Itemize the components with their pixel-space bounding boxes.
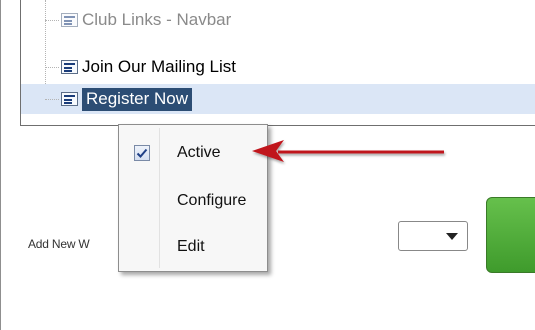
tree-item-club-links-navbar[interactable]: Club Links - Navbar <box>45 8 232 32</box>
tree-item-label: Club Links - Navbar <box>82 10 232 29</box>
window-left-border <box>0 0 1 330</box>
menu-item-label: Active <box>177 144 221 161</box>
tree-item-register-now[interactable]: Register Now <box>45 87 193 111</box>
add-new-select[interactable] <box>398 221 468 251</box>
dropdown-arrow-icon <box>446 233 458 240</box>
menu-item-configure[interactable]: Configure <box>119 181 267 221</box>
tree-item-label: Register Now <box>82 87 193 111</box>
context-menu: Active Configure Edit <box>118 124 268 272</box>
tree-item-join-mailing-list[interactable]: Join Our Mailing List <box>45 55 237 79</box>
red-arrow-annotation-icon <box>252 140 444 162</box>
checkbox-checked-icon[interactable] <box>134 145 150 161</box>
menu-item-label: Configure <box>177 192 247 209</box>
menu-item-edit[interactable]: Edit <box>119 227 267 267</box>
page-icon <box>61 13 78 27</box>
page-icon <box>61 60 78 74</box>
menu-item-active[interactable]: Active <box>119 133 267 173</box>
tree-item-label: Join Our Mailing List <box>82 57 237 76</box>
add-new-label: Add New W <box>28 237 90 251</box>
menu-item-label: Edit <box>177 238 205 255</box>
add-button[interactable] <box>486 197 535 273</box>
page-icon <box>61 92 78 106</box>
navigation-tree: Club Links - Navbar Join Our Mailing Lis… <box>20 0 535 126</box>
